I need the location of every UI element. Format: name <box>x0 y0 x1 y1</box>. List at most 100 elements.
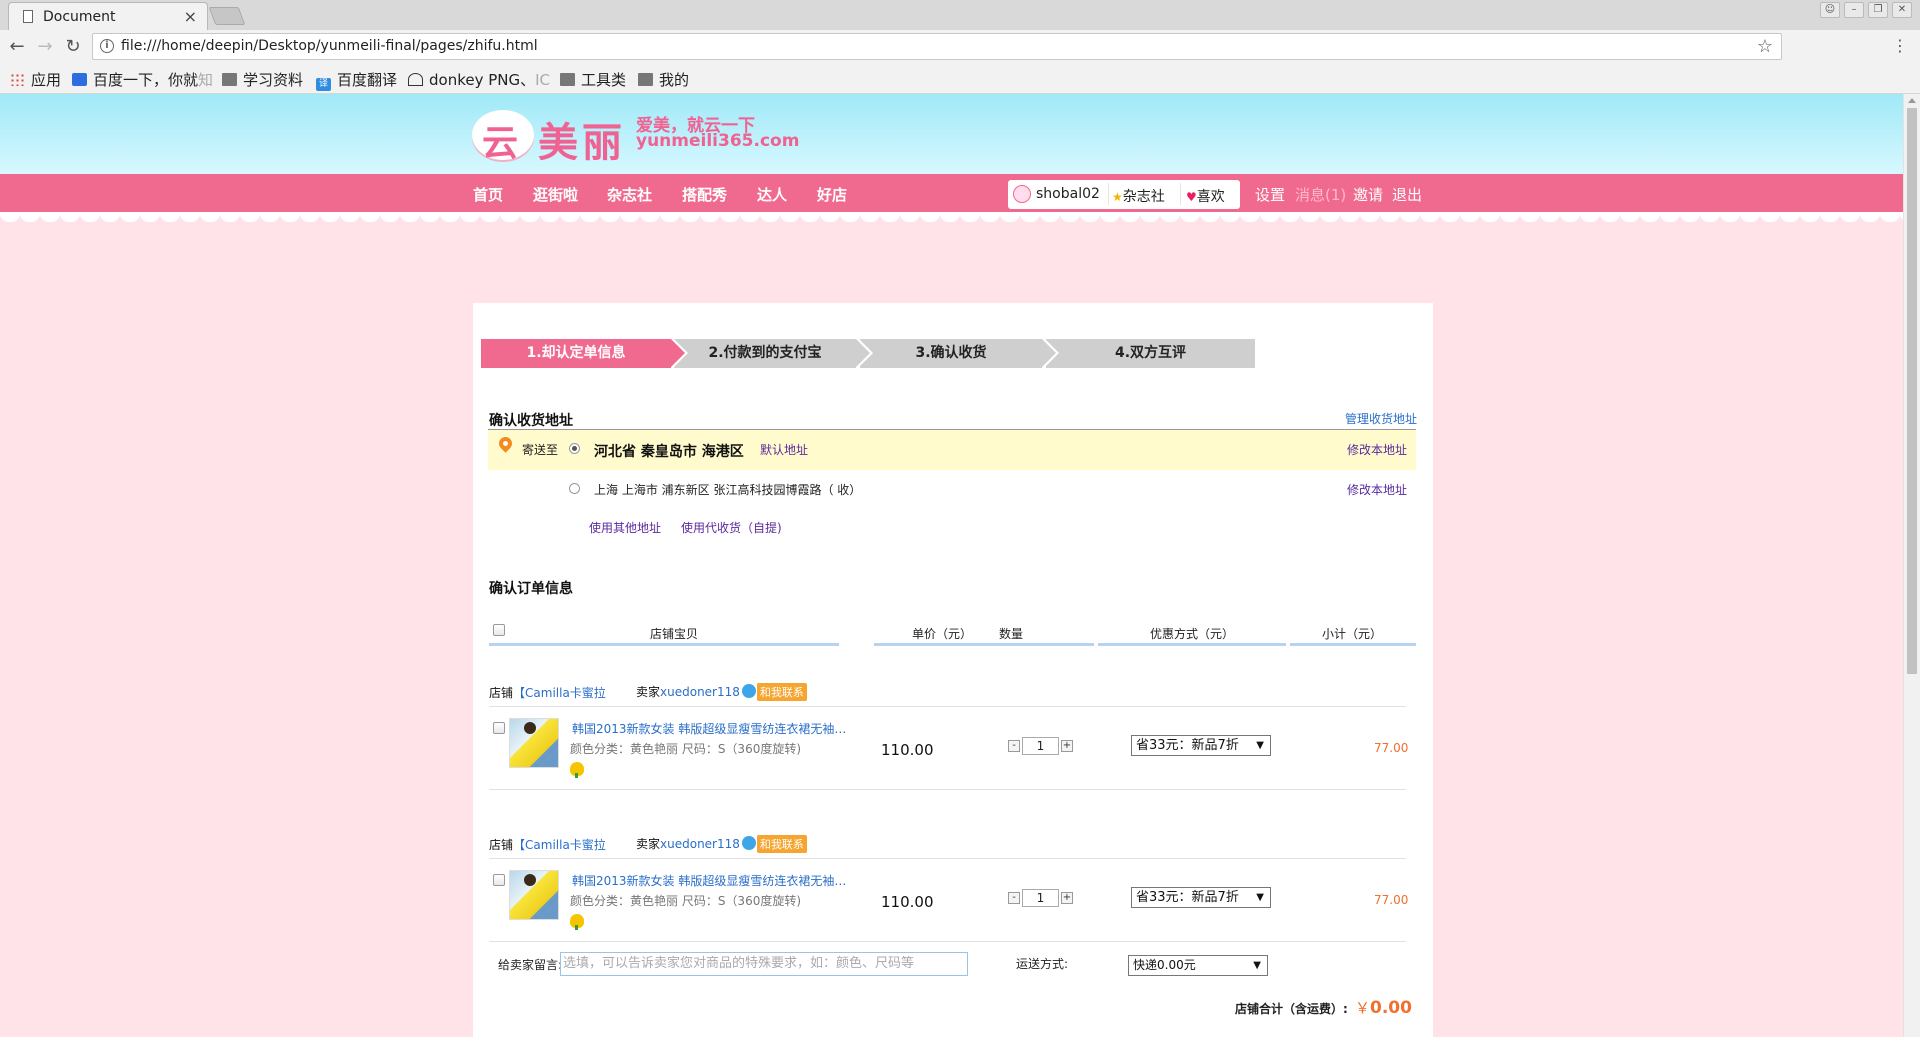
item-subtotal: 77.00 <box>1374 893 1409 907</box>
header-qty: 数量 <box>999 627 1024 641</box>
select-all-checkbox[interactable] <box>493 624 505 636</box>
message-input[interactable]: 选填，可以告诉卖家您对商品的特殊要求，如：颜色、尺码等 <box>560 952 968 976</box>
product-thumbnail[interactable] <box>509 718 559 768</box>
bookmark-apps[interactable]: 应用 <box>10 69 61 90</box>
logout-link[interactable]: 退出 <box>1392 184 1422 205</box>
address-radio-secondary[interactable] <box>569 483 580 494</box>
shop-link[interactable]: 【Camilla卡蜜拉 <box>513 838 606 852</box>
address-radio-default[interactable] <box>569 443 580 454</box>
avatar[interactable] <box>1013 185 1031 203</box>
seller-row: 卖家xuedoner118 和我联系 <box>636 835 807 853</box>
tab-title: Document <box>43 9 116 25</box>
chat-icon[interactable] <box>741 836 756 850</box>
shipping-select[interactable]: 快递0.00元 ▼ <box>1128 955 1268 976</box>
scallop-border <box>0 212 1903 222</box>
chevron-down-icon: ▼ <box>1256 740 1264 751</box>
step-3: 3.确认收货 <box>860 339 1059 368</box>
chat-icon[interactable] <box>741 684 756 698</box>
qty-input[interactable]: 1 <box>1022 889 1059 907</box>
use-pickup-link[interactable]: 使用代收货（自提) <box>681 519 782 536</box>
flower-icon <box>570 914 584 930</box>
forward-arrow-icon[interactable]: → <box>34 36 56 57</box>
header-underline <box>1290 643 1416 646</box>
user-magazine-link[interactable]: ★杂志社 <box>1112 186 1165 206</box>
edit-address-link-2[interactable]: 修改本地址 <box>1347 481 1407 498</box>
settings-link[interactable]: 设置 <box>1255 184 1285 205</box>
item-checkbox[interactable] <box>493 874 505 886</box>
seller-link[interactable]: xuedoner118 <box>660 837 740 851</box>
nav-shopping[interactable]: 逛街啦 <box>533 184 578 205</box>
seller-link[interactable]: xuedoner118 <box>660 685 740 699</box>
scroll-thumb[interactable] <box>1907 108 1917 674</box>
page-scrollbar[interactable] <box>1903 94 1920 1037</box>
address-primary: 河北省 秦皇岛市 海港区 <box>594 444 744 460</box>
discount-select[interactable]: 省33元：新品7折 ▼ <box>1131 735 1271 756</box>
nav-experts[interactable]: 达人 <box>757 184 787 205</box>
bookmark-mine[interactable]: 我的 <box>638 69 689 90</box>
use-other-address-link[interactable]: 使用其他地址 <box>589 519 661 536</box>
profile-icon[interactable]: ☺ <box>1820 2 1840 18</box>
header-underline <box>489 643 839 646</box>
apps-icon <box>10 73 25 86</box>
checkout-panel <box>473 303 1433 1037</box>
back-arrow-icon[interactable]: ← <box>6 36 28 57</box>
restore-button[interactable]: ❐ <box>1868 2 1888 18</box>
product-title-link[interactable]: 韩国2013新款女装 韩版超级显瘦雪纺连衣裙无袖… <box>572 720 846 737</box>
qty-minus-button[interactable]: - <box>1008 740 1020 752</box>
nav-magazine[interactable]: 杂志社 <box>607 184 652 205</box>
item-checkbox[interactable] <box>493 722 505 734</box>
address-bar[interactable]: i file:///home/deepin/Desktop/yunmeili-f… <box>92 33 1782 60</box>
main-nav <box>0 174 1903 212</box>
discount-select[interactable]: 省33元：新品7折 ▼ <box>1131 887 1271 908</box>
browser-tab[interactable]: Document × <box>8 2 208 30</box>
menu-icon[interactable]: ⋮ <box>1892 36 1908 55</box>
user-like-link[interactable]: ♥喜欢 <box>1186 186 1225 206</box>
bookmark-study[interactable]: 学习资料 <box>222 69 303 90</box>
document-icon <box>23 10 33 23</box>
qty-plus-button[interactable]: + <box>1061 892 1073 904</box>
site-header <box>0 94 1903 174</box>
baidu-icon <box>72 73 87 86</box>
seller-row: 卖家xuedoner118 和我联系 <box>636 683 807 701</box>
unit-price: 110.00 <box>881 893 934 911</box>
product-title-link[interactable]: 韩国2013新款女装 韩版超级显瘦雪纺连衣裙无袖… <box>572 872 846 889</box>
default-address-tag: 默认地址 <box>760 443 809 457</box>
contact-seller-button[interactable]: 和我联系 <box>756 683 807 701</box>
reload-icon[interactable]: ↻ <box>62 36 84 57</box>
header-discount: 优惠方式（元） <box>1150 627 1235 641</box>
product-thumbnail[interactable] <box>509 870 559 920</box>
username[interactable]: shobal02 <box>1036 186 1100 202</box>
messages-link[interactable]: 消息(1) <box>1295 184 1346 205</box>
bookmarks-bar: 应用 百度一下，你就知 学习资料 译百度翻译 donkey PNG、IC 工具类… <box>0 64 1920 94</box>
nav-shops[interactable]: 好店 <box>817 184 847 205</box>
scroll-up-arrow-icon[interactable] <box>1908 98 1916 103</box>
nav-outfit[interactable]: 搭配秀 <box>682 184 727 205</box>
header-underline <box>874 643 1094 646</box>
bookmark-donkey[interactable]: donkey PNG、IC <box>408 69 550 90</box>
edit-address-link[interactable]: 修改本地址 <box>1347 441 1407 458</box>
close-tab-icon[interactable]: × <box>184 7 197 26</box>
bookmark-translate[interactable]: 译百度翻译 <box>316 69 397 91</box>
qty-minus-button[interactable]: - <box>1008 892 1020 904</box>
user-box: shobal02 ★杂志社 ♥喜欢 <box>1008 180 1240 209</box>
bookmark-baidu[interactable]: 百度一下，你就知 <box>72 69 213 90</box>
logo-cloud[interactable]: 云 <box>472 110 534 164</box>
manage-address-link[interactable]: 管理收货地址 <box>1345 410 1417 427</box>
info-icon[interactable]: i <box>100 39 114 53</box>
bookmark-tools[interactable]: 工具类 <box>560 69 626 90</box>
logo-name[interactable]: 美丽 <box>538 110 626 168</box>
nav-home[interactable]: 首页 <box>473 184 503 205</box>
invite-link[interactable]: 邀请 <box>1353 184 1383 205</box>
header-item: 店铺宝贝 <box>650 627 699 641</box>
new-tab-button[interactable] <box>208 7 246 25</box>
product-meta: 颜色分类：黄色艳丽 尺码：S（360度旋转) <box>570 742 802 756</box>
divider <box>489 941 1406 942</box>
shop-link[interactable]: 【Camilla卡蜜拉 <box>513 686 606 700</box>
qty-input[interactable]: 1 <box>1022 737 1059 755</box>
bookmark-star-icon[interactable]: ☆ <box>1757 36 1773 57</box>
close-window-button[interactable]: ✕ <box>1892 2 1912 18</box>
qty-plus-button[interactable]: + <box>1061 740 1073 752</box>
contact-seller-button[interactable]: 和我联系 <box>756 835 807 853</box>
shop-row: 店铺【Camilla卡蜜拉 <box>489 838 606 852</box>
minimize-button[interactable]: – <box>1844 2 1864 18</box>
